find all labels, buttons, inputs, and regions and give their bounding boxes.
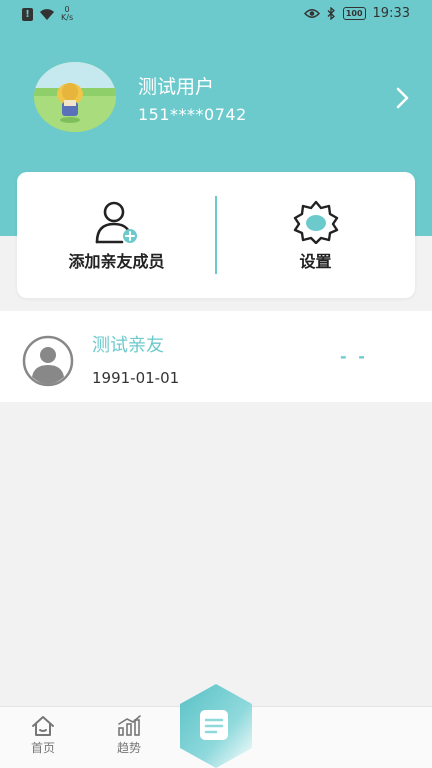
eye-icon	[303, 9, 320, 18]
friend-value: - -	[340, 347, 368, 366]
alert-icon: !	[22, 7, 33, 21]
status-bar: ! 0 K/s 100 19:33	[0, 0, 432, 30]
user-phone: 151****0742	[138, 105, 247, 124]
tab-trend-label: 趋势	[116, 741, 141, 755]
add-member-button[interactable]: 添加亲友成员	[17, 172, 216, 298]
avatar-image	[34, 62, 116, 132]
friend-name: 测试亲友	[92, 335, 164, 356]
home-icon	[32, 716, 54, 736]
user-name: 测试用户	[138, 76, 215, 98]
friend-birthdate: 1991-01-01	[92, 369, 180, 387]
list-item[interactable]: 测试亲友 1991-01-01 - -	[0, 311, 432, 402]
battery-icon: 100	[342, 7, 366, 20]
net-speed: 0 K/s	[61, 6, 73, 22]
tab-trend[interactable]: 趋势	[99, 715, 159, 756]
chevron-right-icon[interactable]	[392, 84, 412, 112]
clock: 19:33	[372, 6, 410, 21]
add-member-label: 添加亲友成员	[68, 252, 165, 271]
tab-home[interactable]: 首页	[13, 715, 73, 756]
settings-button[interactable]: 设置	[216, 172, 415, 298]
action-card: 添加亲友成员 设置	[17, 172, 415, 298]
center-action-button[interactable]	[176, 682, 256, 768]
add-user-icon	[95, 201, 137, 244]
settings-label: 设置	[299, 252, 332, 271]
document-icon	[200, 710, 228, 740]
avatar[interactable]	[34, 62, 116, 132]
default-avatar-icon	[22, 335, 74, 387]
trend-icon	[118, 715, 141, 736]
profile-header[interactable]: 测试用户 151****0742	[34, 62, 414, 134]
tab-home-label: 首页	[30, 741, 55, 755]
net-speed-unit: K/s	[61, 13, 74, 22]
bluetooth-icon	[327, 7, 335, 20]
gear-icon	[293, 200, 338, 244]
wifi-icon	[40, 8, 54, 20]
